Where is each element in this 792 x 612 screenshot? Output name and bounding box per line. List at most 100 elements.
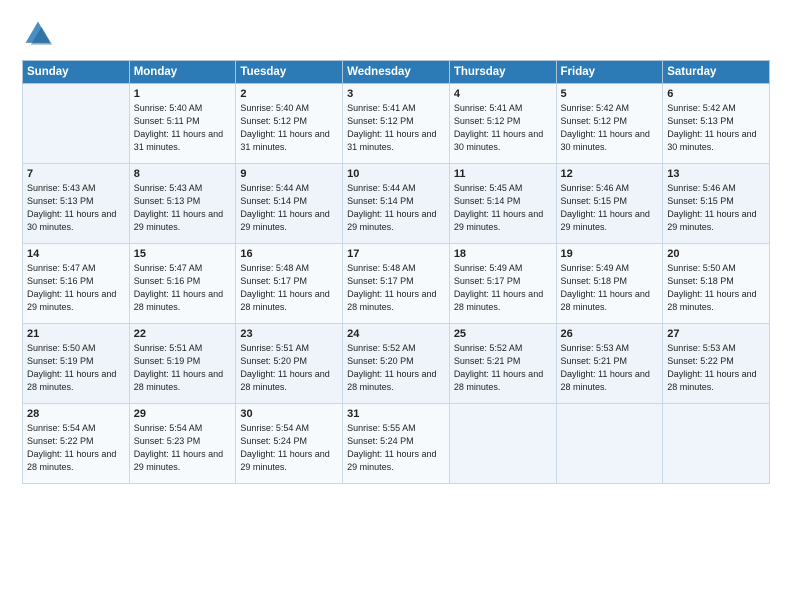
day-header: Monday <box>129 61 236 84</box>
day-number: 11 <box>454 168 552 180</box>
logo <box>22 18 58 50</box>
calendar-cell: 14 Sunrise: 5:47 AMSunset: 5:16 PMDayligh… <box>23 244 130 324</box>
calendar-table: SundayMondayTuesdayWednesdayThursdayFrid… <box>22 60 770 484</box>
day-number: 28 <box>27 408 125 420</box>
day-info: Sunrise: 5:51 AMSunset: 5:20 PMDaylight:… <box>240 342 338 394</box>
calendar-cell: 29 Sunrise: 5:54 AMSunset: 5:23 PMDayligh… <box>129 404 236 484</box>
day-info: Sunrise: 5:41 AMSunset: 5:12 PMDaylight:… <box>454 102 552 154</box>
calendar-cell: 20 Sunrise: 5:50 AMSunset: 5:18 PMDayligh… <box>663 244 770 324</box>
day-number: 22 <box>134 328 232 340</box>
calendar-cell: 11 Sunrise: 5:45 AMSunset: 5:14 PMDayligh… <box>449 164 556 244</box>
day-number: 14 <box>27 248 125 260</box>
calendar-week-row: 28 Sunrise: 5:54 AMSunset: 5:22 PMDayligh… <box>23 404 770 484</box>
day-number: 4 <box>454 88 552 100</box>
day-info: Sunrise: 5:47 AMSunset: 5:16 PMDaylight:… <box>134 262 232 314</box>
day-info: Sunrise: 5:55 AMSunset: 5:24 PMDaylight:… <box>347 422 445 474</box>
day-number: 29 <box>134 408 232 420</box>
day-info: Sunrise: 5:52 AMSunset: 5:21 PMDaylight:… <box>454 342 552 394</box>
day-info: Sunrise: 5:44 AMSunset: 5:14 PMDaylight:… <box>347 182 445 234</box>
calendar-cell: 1Sunrise: 5:40 AMSunset: 5:11 PMDaylight… <box>129 84 236 164</box>
day-number: 13 <box>667 168 765 180</box>
day-number: 2 <box>240 88 338 100</box>
calendar-cell: 31Sunrise: 5:55 AMSunset: 5:24 PMDayligh… <box>343 404 450 484</box>
day-number: 27 <box>667 328 765 340</box>
day-info: Sunrise: 5:45 AMSunset: 5:14 PMDaylight:… <box>454 182 552 234</box>
calendar-cell: 12 Sunrise: 5:46 AMSunset: 5:15 PMDayligh… <box>556 164 663 244</box>
calendar-cell: 3Sunrise: 5:41 AMSunset: 5:12 PMDaylight… <box>343 84 450 164</box>
day-number: 7 <box>27 168 125 180</box>
day-number: 8 <box>134 168 232 180</box>
day-info: Sunrise: 5:40 AMSunset: 5:12 PMDaylight:… <box>240 102 338 154</box>
calendar-cell: 7 Sunrise: 5:43 AMSunset: 5:13 PMDaylight… <box>23 164 130 244</box>
day-number: 19 <box>561 248 659 260</box>
calendar-cell: 10 Sunrise: 5:44 AMSunset: 5:14 PMDayligh… <box>343 164 450 244</box>
calendar-week-row: 7 Sunrise: 5:43 AMSunset: 5:13 PMDaylight… <box>23 164 770 244</box>
calendar-cell: 27 Sunrise: 5:53 AMSunset: 5:22 PMDayligh… <box>663 324 770 404</box>
day-info: Sunrise: 5:54 AMSunset: 5:23 PMDaylight:… <box>134 422 232 474</box>
day-number: 5 <box>561 88 659 100</box>
calendar-week-row: 14 Sunrise: 5:47 AMSunset: 5:16 PMDayligh… <box>23 244 770 324</box>
day-header: Sunday <box>23 61 130 84</box>
day-info: Sunrise: 5:53 AMSunset: 5:21 PMDaylight:… <box>561 342 659 394</box>
calendar-week-row: 21 Sunrise: 5:50 AMSunset: 5:19 PMDayligh… <box>23 324 770 404</box>
day-info: Sunrise: 5:48 AMSunset: 5:17 PMDaylight:… <box>347 262 445 314</box>
day-header: Thursday <box>449 61 556 84</box>
calendar-cell: 24 Sunrise: 5:52 AMSunset: 5:20 PMDayligh… <box>343 324 450 404</box>
day-number: 12 <box>561 168 659 180</box>
day-number: 21 <box>27 328 125 340</box>
day-number: 18 <box>454 248 552 260</box>
day-number: 25 <box>454 328 552 340</box>
day-info: Sunrise: 5:46 AMSunset: 5:15 PMDaylight:… <box>667 182 765 234</box>
calendar-cell: 19 Sunrise: 5:49 AMSunset: 5:18 PMDayligh… <box>556 244 663 324</box>
day-number: 3 <box>347 88 445 100</box>
calendar-cell: 16 Sunrise: 5:48 AMSunset: 5:17 PMDayligh… <box>236 244 343 324</box>
calendar-cell <box>663 404 770 484</box>
day-info: Sunrise: 5:42 AMSunset: 5:13 PMDaylight:… <box>667 102 765 154</box>
header-row: SundayMondayTuesdayWednesdayThursdayFrid… <box>23 61 770 84</box>
calendar-cell: 4 Sunrise: 5:41 AMSunset: 5:12 PMDaylight… <box>449 84 556 164</box>
calendar-cell: 26 Sunrise: 5:53 AMSunset: 5:21 PMDayligh… <box>556 324 663 404</box>
day-info: Sunrise: 5:54 AMSunset: 5:24 PMDaylight:… <box>240 422 338 474</box>
calendar-cell: 18Sunrise: 5:49 AMSunset: 5:17 PMDayligh… <box>449 244 556 324</box>
day-header: Saturday <box>663 61 770 84</box>
calendar-cell: 5 Sunrise: 5:42 AMSunset: 5:12 PMDaylight… <box>556 84 663 164</box>
day-info: Sunrise: 5:47 AMSunset: 5:16 PMDaylight:… <box>27 262 125 314</box>
calendar-cell <box>449 404 556 484</box>
calendar-cell: 9Sunrise: 5:44 AMSunset: 5:14 PMDaylight… <box>236 164 343 244</box>
day-info: Sunrise: 5:42 AMSunset: 5:12 PMDaylight:… <box>561 102 659 154</box>
calendar-cell: 6 Sunrise: 5:42 AMSunset: 5:13 PMDaylight… <box>663 84 770 164</box>
day-number: 17 <box>347 248 445 260</box>
calendar-cell: 13 Sunrise: 5:46 AMSunset: 5:15 PMDayligh… <box>663 164 770 244</box>
calendar-cell <box>23 84 130 164</box>
day-number: 23 <box>240 328 338 340</box>
day-number: 15 <box>134 248 232 260</box>
header <box>22 18 770 50</box>
day-info: Sunrise: 5:52 AMSunset: 5:20 PMDaylight:… <box>347 342 445 394</box>
calendar-cell <box>556 404 663 484</box>
day-info: Sunrise: 5:50 AMSunset: 5:19 PMDaylight:… <box>27 342 125 394</box>
day-number: 26 <box>561 328 659 340</box>
day-number: 10 <box>347 168 445 180</box>
day-info: Sunrise: 5:46 AMSunset: 5:15 PMDaylight:… <box>561 182 659 234</box>
day-info: Sunrise: 5:49 AMSunset: 5:18 PMDaylight:… <box>561 262 659 314</box>
day-number: 6 <box>667 88 765 100</box>
day-info: Sunrise: 5:53 AMSunset: 5:22 PMDaylight:… <box>667 342 765 394</box>
logo-icon <box>22 18 54 50</box>
day-info: Sunrise: 5:40 AMSunset: 5:11 PMDaylight:… <box>134 102 232 154</box>
day-number: 24 <box>347 328 445 340</box>
day-info: Sunrise: 5:48 AMSunset: 5:17 PMDaylight:… <box>240 262 338 314</box>
calendar-week-row: 1Sunrise: 5:40 AMSunset: 5:11 PMDaylight… <box>23 84 770 164</box>
calendar-cell: 30Sunrise: 5:54 AMSunset: 5:24 PMDayligh… <box>236 404 343 484</box>
calendar-cell: 21 Sunrise: 5:50 AMSunset: 5:19 PMDayligh… <box>23 324 130 404</box>
day-info: Sunrise: 5:51 AMSunset: 5:19 PMDaylight:… <box>134 342 232 394</box>
day-number: 16 <box>240 248 338 260</box>
day-info: Sunrise: 5:44 AMSunset: 5:14 PMDaylight:… <box>240 182 338 234</box>
day-info: Sunrise: 5:50 AMSunset: 5:18 PMDaylight:… <box>667 262 765 314</box>
calendar-cell: 8 Sunrise: 5:43 AMSunset: 5:13 PMDaylight… <box>129 164 236 244</box>
day-number: 20 <box>667 248 765 260</box>
day-info: Sunrise: 5:43 AMSunset: 5:13 PMDaylight:… <box>134 182 232 234</box>
calendar-cell: 2 Sunrise: 5:40 AMSunset: 5:12 PMDaylight… <box>236 84 343 164</box>
day-info: Sunrise: 5:43 AMSunset: 5:13 PMDaylight:… <box>27 182 125 234</box>
day-info: Sunrise: 5:54 AMSunset: 5:22 PMDaylight:… <box>27 422 125 474</box>
calendar-cell: 17 Sunrise: 5:48 AMSunset: 5:17 PMDayligh… <box>343 244 450 324</box>
